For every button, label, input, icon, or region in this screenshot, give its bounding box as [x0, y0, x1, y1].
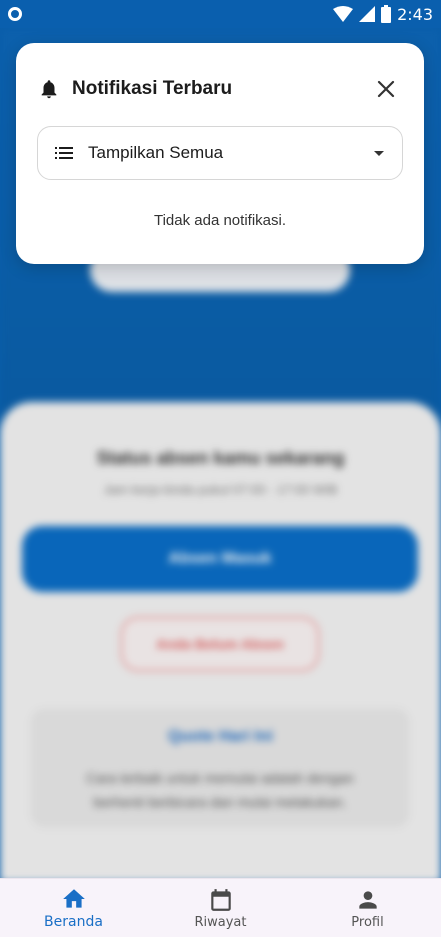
clock: 2:43: [397, 4, 433, 24]
nav-label-riwayat: Riwayat: [194, 914, 247, 930]
notification-title: Notifikasi Terbaru: [72, 78, 233, 99]
person-icon: [358, 890, 377, 909]
status-indicators: 2:43: [333, 5, 433, 24]
nav-label-beranda: Beranda: [44, 914, 103, 930]
signal-icon: [359, 6, 376, 22]
list-icon: [55, 147, 73, 159]
notification-filter-dropdown[interactable]: Tampilkan Semua: [37, 126, 403, 180]
close-button[interactable]: [370, 73, 402, 105]
bottom-navigation: Beranda Riwayat Profil: [0, 878, 441, 937]
bell-icon: [41, 80, 57, 99]
home-icon: [62, 889, 85, 908]
filter-selected-value: Tampilkan Semua: [88, 143, 224, 162]
status-bar: 2:43: [0, 0, 441, 28]
empty-notifications-message: Tidak ada notifikasi.: [153, 212, 286, 229]
notification-header: Notifikasi Terbaru: [38, 71, 402, 107]
close-icon: [377, 80, 395, 98]
battery-icon: [381, 5, 392, 23]
nav-item-profil[interactable]: Profil: [294, 879, 441, 937]
calendar-icon: [210, 888, 231, 911]
wifi-icon: [333, 6, 354, 22]
nav-item-riwayat[interactable]: Riwayat: [147, 879, 294, 937]
notification-dot-icon: [8, 7, 22, 21]
caret-down-icon: [374, 151, 384, 156]
nav-item-beranda[interactable]: Beranda: [0, 879, 147, 937]
nav-label-profil: Profil: [351, 914, 384, 930]
notification-panel: Notifikasi Terbaru Tampilkan Semua Tidak…: [16, 43, 424, 264]
